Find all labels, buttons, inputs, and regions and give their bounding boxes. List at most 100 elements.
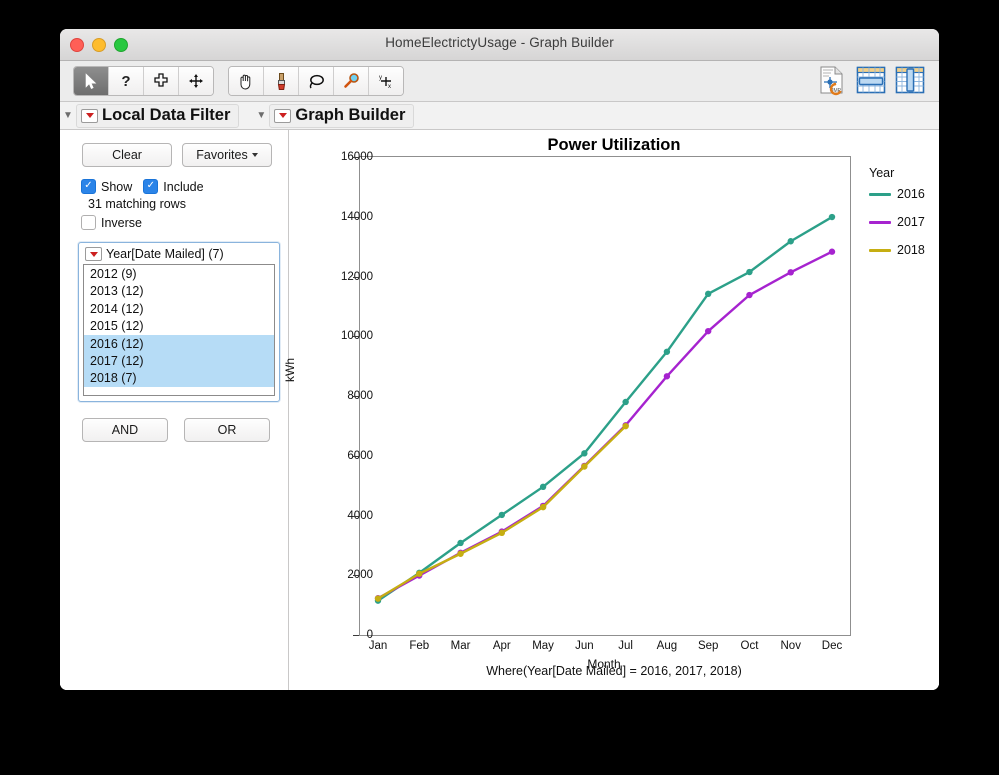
- x-axis-tick-label: Mar: [450, 640, 471, 652]
- data-point[interactable]: [704, 290, 712, 298]
- data-point[interactable]: [416, 570, 423, 577]
- list-item[interactable]: 2017 (12): [84, 351, 274, 370]
- y-axis-tick-label: 4000: [347, 509, 373, 522]
- list-item[interactable]: 2012 (9): [84, 265, 274, 282]
- data-point[interactable]: [539, 483, 547, 491]
- list-item[interactable]: 2015 (12): [84, 317, 274, 334]
- data-point[interactable]: [787, 238, 794, 245]
- panel-header-row: ▼ Local Data Filter ▼ Graph Builder: [60, 102, 939, 130]
- x-axis-tick-label: Dec: [821, 640, 843, 652]
- toolbar-group-tables: JMP: [815, 65, 927, 96]
- and-or-row: AND OR: [82, 418, 288, 442]
- local-data-filter-pane: Clear Favorites ✓ Show ✓ Include 31 matc…: [60, 130, 289, 690]
- data-point[interactable]: [457, 539, 464, 547]
- hand-tool-icon[interactable]: [229, 67, 264, 95]
- clear-button[interactable]: Clear: [82, 143, 172, 167]
- help-tool-icon[interactable]: ?: [109, 67, 144, 95]
- data-point[interactable]: [622, 422, 629, 430]
- window-body: Clear Favorites ✓ Show ✓ Include 31 matc…: [60, 130, 939, 690]
- brush-tool-icon[interactable]: [264, 67, 299, 95]
- data-point[interactable]: [828, 248, 836, 255]
- series-line: [377, 250, 833, 600]
- legend-item[interactable]: 2018: [869, 243, 925, 257]
- data-point[interactable]: [622, 398, 629, 406]
- matching-rows-text: 31 matching rows: [88, 197, 186, 211]
- data-point[interactable]: [704, 327, 712, 335]
- list-item[interactable]: 2013 (12): [84, 282, 274, 299]
- jmp-data-table-icon[interactable]: JMP: [815, 65, 849, 96]
- local-data-filter-header[interactable]: Local Data Filter: [76, 103, 240, 128]
- left-panel-disclosure-icon[interactable]: ▼: [60, 110, 76, 121]
- and-button-label: AND: [111, 423, 139, 437]
- data-point[interactable]: [663, 348, 671, 355]
- lasso-tool-icon[interactable]: [299, 67, 334, 95]
- arrow-select-tool-icon[interactable]: [74, 67, 109, 95]
- columns-table-icon[interactable]: [893, 65, 927, 95]
- legend-item[interactable]: 2016: [869, 187, 925, 201]
- filter-group-header[interactable]: Year[Date Mailed] (7): [83, 247, 275, 264]
- magnifier-tool-icon[interactable]: [334, 67, 369, 95]
- list-item[interactable]: 2016 (12): [84, 334, 274, 352]
- chart-legend: Year 2016 2017 2018: [869, 166, 925, 271]
- data-point[interactable]: [457, 550, 464, 557]
- clear-button-label: Clear: [112, 148, 142, 162]
- axis-crosshair-tool-icon[interactable]: y x: [369, 67, 403, 95]
- y-axis-tick-mark: [353, 396, 359, 397]
- crosshair-tool-icon[interactable]: [144, 67, 179, 95]
- favorites-button-label: Favorites: [196, 148, 248, 162]
- data-point[interactable]: [581, 463, 588, 470]
- legend-label: 2016: [897, 187, 925, 201]
- or-button-label: OR: [217, 423, 237, 437]
- graph-builder-header[interactable]: Graph Builder: [269, 103, 415, 128]
- right-panel-disclosure-icon[interactable]: ▼: [253, 110, 269, 121]
- inverse-checkbox[interactable]: ✓: [81, 215, 96, 230]
- data-point[interactable]: [498, 529, 506, 537]
- favorites-button[interactable]: Favorites: [182, 143, 272, 167]
- data-point[interactable]: [374, 595, 382, 602]
- filter-button-row: Clear Favorites: [82, 143, 288, 167]
- y-axis-tick-label: 2000: [347, 569, 373, 582]
- local-data-filter-title: Local Data Filter: [102, 106, 231, 125]
- include-checkbox[interactable]: ✓: [143, 179, 159, 194]
- graph-builder-pane: Power Utilization kWh Month Year 2016 201…: [283, 130, 939, 690]
- show-include-row: ✓ Show ✓ Include: [81, 179, 288, 194]
- filter-caption: Where(Year[Date Mailed] = 2016, 2017, 20…: [486, 664, 742, 678]
- data-point[interactable]: [581, 450, 588, 457]
- data-point[interactable]: [498, 511, 506, 519]
- legend-color-swatch: [869, 192, 891, 196]
- plot-area[interactable]: [359, 156, 851, 636]
- legend-item[interactable]: 2017: [869, 215, 925, 229]
- x-axis-tick-label: Jan: [368, 640, 388, 652]
- or-button[interactable]: OR: [184, 418, 270, 442]
- list-item[interactable]: 2014 (12): [84, 300, 274, 317]
- red-triangle-menu-icon[interactable]: [85, 247, 102, 261]
- y-axis-tick-mark: [353, 276, 359, 278]
- include-label: Include: [163, 179, 204, 194]
- chart-title: Power Utilization: [547, 136, 681, 154]
- data-point[interactable]: [787, 269, 794, 276]
- data-point[interactable]: [746, 291, 753, 299]
- move-tool-icon[interactable]: [179, 67, 213, 95]
- list-item[interactable]: 2018 (7): [84, 369, 274, 387]
- legend-label: 2017: [897, 215, 925, 229]
- y-axis-tick-label: 6000: [347, 449, 373, 462]
- toolbar-group-secondary: y x: [228, 66, 404, 96]
- show-label: Show: [101, 179, 133, 194]
- red-triangle-menu-icon[interactable]: [274, 108, 292, 123]
- rows-table-icon[interactable]: [854, 65, 888, 95]
- show-checkbox[interactable]: ✓: [81, 179, 96, 194]
- svg-text:x: x: [388, 84, 391, 90]
- and-button[interactable]: AND: [82, 418, 168, 442]
- legend-title: Year: [869, 166, 895, 180]
- year-list-box[interactable]: 2012 (9) 2013 (12) 2014 (12) 2015 (12) 2016 …: [83, 264, 275, 396]
- x-axis-tick-label: Aug: [656, 640, 678, 652]
- data-point[interactable]: [663, 373, 671, 380]
- legend-color-swatch: [869, 248, 891, 252]
- y-axis-label: kWh: [283, 358, 297, 382]
- filter-group-box: Year[Date Mailed] (7) 2012 (9) 2013 (12) 2…: [78, 242, 280, 402]
- data-point[interactable]: [746, 268, 753, 276]
- data-point[interactable]: [539, 503, 547, 511]
- y-axis-tick-mark: [353, 157, 359, 158]
- data-point[interactable]: [828, 213, 836, 221]
- red-triangle-menu-icon[interactable]: [81, 108, 98, 123]
